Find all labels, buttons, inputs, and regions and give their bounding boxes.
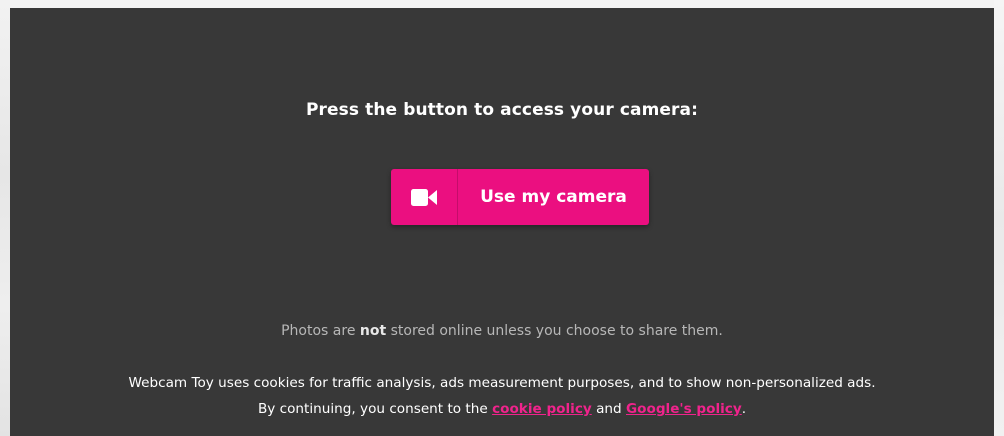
cookie-notice-line2: By continuing, you consent to the cookie… xyxy=(10,396,994,422)
storage-note-before: Photos are xyxy=(281,323,360,339)
cookie-policy-link[interactable]: cookie policy xyxy=(492,401,592,417)
cookie-notice: Webcam Toy uses cookies for traffic anal… xyxy=(10,370,994,422)
use-my-camera-button[interactable]: Use my camera xyxy=(391,169,649,225)
page-background-top xyxy=(0,0,1004,8)
page-background-left xyxy=(0,0,10,436)
use-my-camera-label: Use my camera xyxy=(480,187,627,207)
storage-note-after: stored online unless you choose to share… xyxy=(386,323,723,339)
cookie-notice-line1: Webcam Toy uses cookies for traffic anal… xyxy=(128,375,876,391)
google-policy-link[interactable]: Google's policy xyxy=(626,401,742,417)
page-background-right xyxy=(994,0,1004,436)
cookie-notice-period: . xyxy=(741,401,747,417)
storage-note-emphasis: not xyxy=(359,323,387,339)
video-camera-icon xyxy=(391,169,458,225)
camera-prompt-heading: Press the button to access your camera: xyxy=(306,100,698,120)
camera-access-panel: Press the button to access your camera: … xyxy=(10,8,994,436)
cookie-notice-line2-before: By continuing, you consent to the xyxy=(257,401,493,417)
cookie-notice-conjunction: and xyxy=(591,401,626,417)
storage-note: Photos are not stored online unless you … xyxy=(10,321,994,341)
